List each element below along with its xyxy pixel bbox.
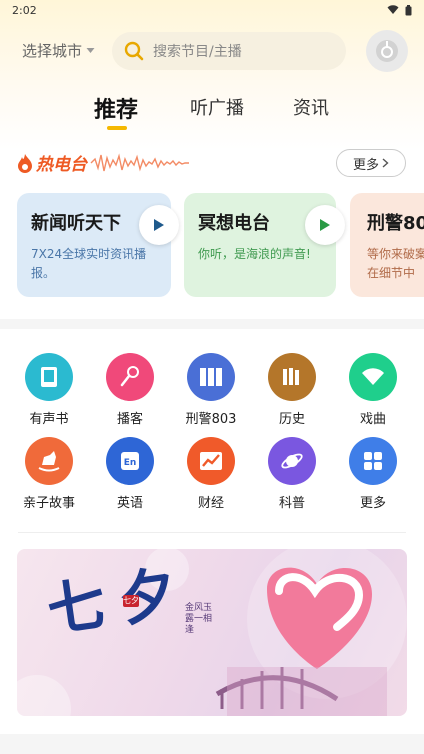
banner-seal: 七夕: [123, 595, 139, 607]
chart-icon: [187, 437, 235, 485]
category-podcast[interactable]: 播客: [90, 353, 170, 427]
hot-radio-cards: 新闻听天下 7X24全球实时资讯播报。 冥想电台 你听，是海浪的声音! 刑警80…: [0, 193, 424, 299]
category-science[interactable]: 科普: [252, 437, 332, 511]
files-icon: [187, 353, 235, 401]
card-title: 新闻听天下: [31, 213, 121, 234]
podcast-icon: [106, 353, 154, 401]
planet-icon: [268, 437, 316, 485]
category-label: 英语: [116, 496, 143, 511]
category-more[interactable]: 更多: [333, 437, 413, 511]
qixi-banner[interactable]: 七夕 七夕 金风玉露一相逢: [17, 549, 407, 716]
flame-icon: [18, 153, 32, 173]
category-label: 财经: [197, 496, 224, 511]
city-selector[interactable]: 选择城市: [22, 40, 95, 61]
tab-radio[interactable]: 听广播: [190, 94, 244, 120]
category-label: 更多: [359, 496, 386, 511]
rocking-horse-icon: [25, 437, 73, 485]
avatar-button[interactable]: [366, 30, 408, 72]
battery-icon: [405, 4, 412, 15]
bookshelf-icon: [268, 353, 316, 401]
category-opera[interactable]: 戏曲: [333, 353, 413, 427]
radio-card-detective[interactable]: 刑警803 等你来破案在细节中: [350, 193, 424, 297]
category-english[interactable]: En 英语: [90, 437, 170, 511]
category-audiobook[interactable]: 有声书: [9, 353, 89, 427]
status-bar: 2:02: [0, 0, 424, 20]
book-icon: [25, 353, 73, 401]
svg-text:En: En: [124, 458, 137, 468]
avatar-icon: [376, 40, 398, 62]
category-label: 科普: [278, 496, 305, 511]
category-label: 历史: [278, 412, 305, 427]
card-title: 冥想电台: [198, 213, 270, 234]
search-icon: [124, 41, 144, 61]
status-time: 2:02: [12, 3, 37, 17]
wifi-icon: [387, 5, 399, 14]
category-label: 有声书: [29, 412, 69, 427]
more-label: 更多: [352, 157, 379, 173]
grid-divider: [18, 532, 406, 533]
category-label: 戏曲: [359, 412, 386, 427]
play-button-news[interactable]: [139, 205, 179, 245]
english-icon: En: [106, 437, 154, 485]
category-label: 刑警803: [185, 412, 237, 427]
chevron-right-icon: [382, 158, 389, 168]
search-input[interactable]: 搜索节目/主播: [112, 32, 346, 70]
category-kids-story[interactable]: 亲子故事: [9, 437, 89, 511]
fan-icon: [349, 353, 397, 401]
card-desc: 你听，是海浪的声音!: [198, 247, 311, 261]
bottom-divider: [0, 734, 424, 754]
city-label: 选择城市: [22, 42, 83, 60]
play-icon: [320, 219, 330, 231]
main-tabs: 推荐 听广播 资讯: [0, 94, 424, 134]
card-title: 刑警803: [367, 213, 424, 234]
category-detective[interactable]: 刑警803: [171, 353, 251, 427]
top-bar: 选择城市 搜索节目/主播: [0, 30, 424, 72]
hot-radio-logo: 热电台: [16, 150, 199, 175]
hot-radio-header: 热电台 更多: [0, 148, 424, 180]
search-placeholder: 搜索节目/主播: [153, 44, 242, 60]
play-icon: [154, 219, 164, 231]
grid-more-icon: [349, 437, 397, 485]
tab-news[interactable]: 资讯: [293, 94, 329, 120]
hot-radio-more-button[interactable]: 更多: [336, 149, 406, 177]
active-tab-indicator: [107, 126, 127, 130]
sound-wave-icon: [90, 152, 189, 172]
tab-recommend[interactable]: 推荐: [94, 92, 138, 124]
card-desc: 7X24全球实时资讯播报。: [31, 247, 147, 280]
hot-radio-title: 热电台: [36, 155, 87, 175]
category-finance[interactable]: 财经: [171, 437, 251, 511]
category-label: 亲子故事: [22, 496, 75, 511]
card-desc: 等你来破案在细节中: [367, 247, 424, 280]
play-button-meditation[interactable]: [305, 205, 345, 245]
category-history[interactable]: 历史: [252, 353, 332, 427]
banner-poem: 金风玉露一相逢: [185, 603, 213, 635]
category-label: 播客: [116, 412, 143, 427]
caret-down-icon: [86, 48, 95, 53]
section-divider: [0, 319, 424, 329]
